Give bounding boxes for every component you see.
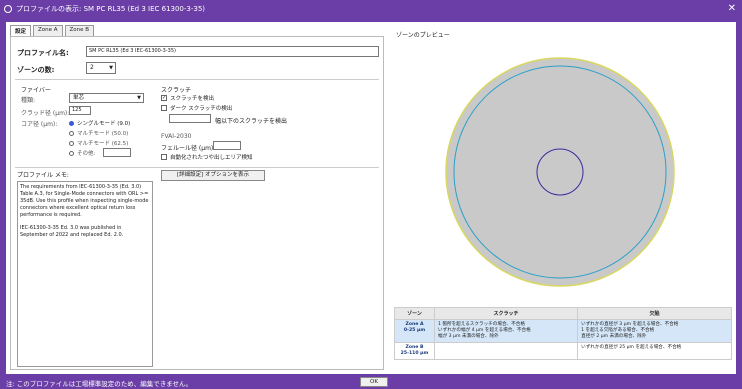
cladding-label: クラッド径 (µm): <box>21 110 70 117</box>
fiber-section-label: ファイバー <box>21 87 51 94</box>
core-option-other[interactable]: その他: <box>69 149 95 157</box>
title-bar: プロファイルの表示: SM PC RL35 (Ed 3 IEC 61300-3-… <box>0 0 742 18</box>
ok-button[interactable]: OK <box>360 377 388 387</box>
preview-panel: ゾーンのプレビュー ゾーン スクラッチ 欠陥 Zone A 0-25 µm 1 … <box>390 22 736 374</box>
zones-count-value: 2 <box>90 64 94 71</box>
zones-count-select[interactable]: 2 ▼ <box>86 62 116 74</box>
radio-icon <box>69 120 74 126</box>
app-icon <box>4 5 12 13</box>
core-option-multimode-625[interactable]: マルチモード (62.5) <box>69 139 128 147</box>
zone-cell: Zone A 0-25 µm <box>394 319 435 343</box>
radio-icon <box>69 130 74 136</box>
fiber-type-select[interactable]: 単芯 ▼ <box>69 93 144 103</box>
scratch-section-label: スクラッチ <box>161 87 192 94</box>
ferrule-input[interactable] <box>213 141 241 150</box>
defect-cell: いずれかの直径が 25 µm を超える場合、不合格 <box>577 342 732 360</box>
core-option-multimode-50[interactable]: マルチモード (50.0) <box>69 129 128 137</box>
cladding-input[interactable]: 125 <box>69 106 91 115</box>
fiber-type-value: 単芯 <box>73 95 85 101</box>
table-row[interactable]: Zone A 0-25 µm 1 箇所を超えるスクラッチの場合、不合格 いずれか… <box>394 319 732 343</box>
fiber-type-label: 種類: <box>21 97 36 104</box>
core-option-singlemode[interactable]: シングルモード (9.0) <box>69 119 130 127</box>
read-only-note: 注: このプロファイルは工場標準設定のため、編集できません。 <box>6 380 193 388</box>
core-label: コア径 (µm): <box>21 121 58 128</box>
checkbox-icon <box>161 154 167 160</box>
chevron-down-icon: ▼ <box>109 65 113 71</box>
core-other-input[interactable] <box>103 148 131 157</box>
ignore-width-input[interactable] <box>169 114 211 123</box>
scratch-detect-checkbox[interactable]: ✓ スクラッチを検出 <box>161 94 214 102</box>
show-advanced-button[interactable]: [詳細設定] オプションを表示 <box>161 170 265 181</box>
scratch-cell <box>433 342 579 360</box>
profile-notes-label: プロファイル メモ: <box>17 172 69 179</box>
zone-cell: Zone B 25-110 µm <box>394 342 435 360</box>
close-icon[interactable]: ✕ <box>728 3 736 14</box>
column-header: ゾーン <box>394 307 435 320</box>
settings-panel: 設定 Zone A Zone B プロファイル名: SM PC RL35 (Ed… <box>6 22 388 374</box>
auto-centered-checkbox[interactable]: 自動化されたつや出しエリア検知 <box>161 153 253 161</box>
fvai-section-label: FVAI-2030 <box>161 133 192 140</box>
table-row[interactable]: Zone B 25-110 µm いずれかの直径が 25 µm を超える場合、不… <box>394 342 732 360</box>
zone-criteria-table: ゾーン スクラッチ 欠陥 Zone A 0-25 µm 1 箇所を超えるスクラッ… <box>394 307 732 360</box>
ferrule-label: フェルール径 (µm): <box>161 145 216 152</box>
profile-name-label: プロファイル名: <box>17 49 69 57</box>
profile-notes-box: The requirements from IEC-61300-3-35 (Ed… <box>17 181 153 367</box>
profile-view-window: プロファイルの表示: SM PC RL35 (Ed 3 IEC 61300-3-… <box>0 0 742 389</box>
dark-scratch-checkbox[interactable]: ダーク スクラッチの検出 <box>161 104 232 112</box>
notes-paragraph: IEC-61300-3-35 Ed. 3.0 was published in … <box>20 225 124 238</box>
zones-count-label: ゾーンの数: <box>17 66 55 74</box>
chevron-down-icon: ▼ <box>137 95 141 101</box>
checkbox-checked-icon: ✓ <box>161 95 167 101</box>
radio-icon <box>69 140 74 146</box>
ferrule-circle <box>445 57 675 287</box>
window-title: プロファイルの表示: SM PC RL35 (Ed 3 IEC 61300-3-… <box>16 5 206 13</box>
ignore-width-label: 幅以下のスクラッチを検出 <box>215 118 288 125</box>
settings-tab-body: プロファイル名: SM PC RL35 (Ed 3 IEC-61300-3-35… <box>10 36 384 370</box>
profile-name-input[interactable]: SM PC RL35 (Ed 3 IEC-61300-3-35) <box>86 46 379 57</box>
defect-cell: いずれかの直径が 3 µm を超える場合、不合格 1 を超える欠陥がある場合、不… <box>577 319 732 343</box>
checkbox-icon <box>161 105 167 111</box>
radio-icon <box>69 150 74 156</box>
divider <box>15 79 379 80</box>
zone-preview-graphic <box>445 57 675 287</box>
scratch-cell: 1 箇所を超えるスクラッチの場合、不合格 いずれかの幅が 4 µm を超える場合… <box>433 319 579 343</box>
notes-paragraph: The requirements from IEC-61300-3-35 (Ed… <box>20 184 149 218</box>
divider <box>15 167 379 168</box>
column-header: スクラッチ <box>433 307 579 320</box>
dialog-content: 設定 Zone A Zone B プロファイル名: SM PC RL35 (Ed… <box>6 22 736 374</box>
table-header-row: ゾーン スクラッチ 欠陥 <box>394 307 732 320</box>
column-header: 欠陥 <box>577 307 732 320</box>
